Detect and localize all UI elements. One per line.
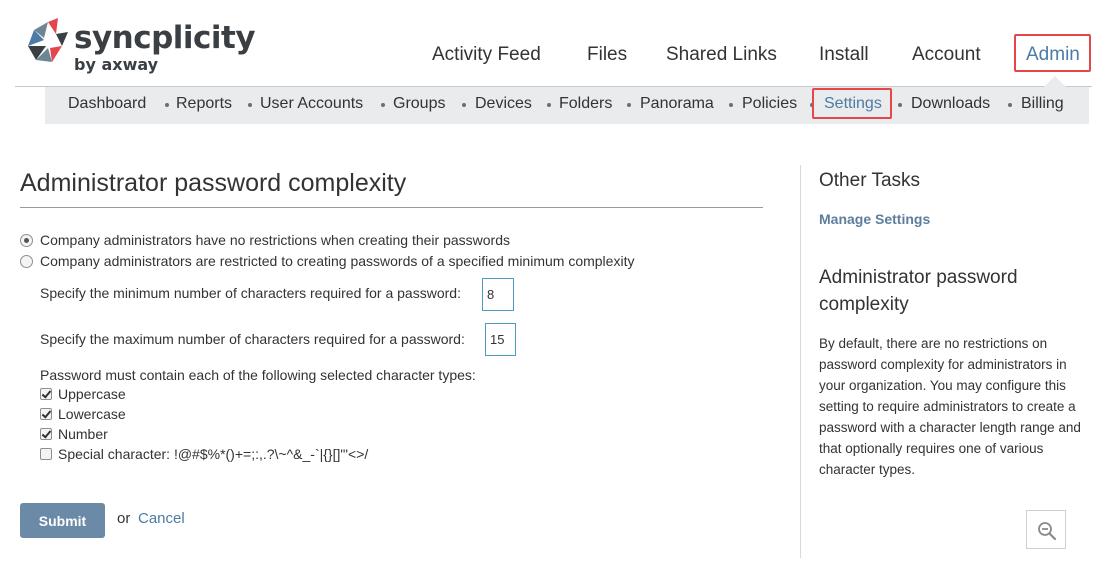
nav-shared-links[interactable]: Shared Links <box>666 38 777 72</box>
page-title: Administrator password complexity <box>20 169 407 197</box>
subnav-billing[interactable]: Billing <box>1021 93 1064 115</box>
other-tasks-heading: Other Tasks <box>819 170 921 191</box>
sidebar-divider <box>800 165 801 558</box>
separator-dot <box>627 103 631 107</box>
active-tab-pointer <box>1044 76 1066 87</box>
nav-files[interactable]: Files <box>587 38 627 72</box>
subnav-reports[interactable]: Reports <box>176 93 232 115</box>
subnav-folders[interactable]: Folders <box>559 93 612 115</box>
subnav-devices[interactable]: Devices <box>475 93 532 115</box>
min-length-input[interactable] <box>482 278 514 311</box>
separator-dot <box>898 103 902 107</box>
option-restricted[interactable]: Company administrators are restricted to… <box>20 251 634 271</box>
number-checkbox[interactable] <box>40 428 52 440</box>
separator-dot <box>248 103 252 107</box>
separator-dot <box>1008 103 1012 107</box>
main-nav: Activity Feed Files Shared Links Install… <box>0 38 1107 72</box>
help-description: By default, there are no restrictions on… <box>819 336 1081 477</box>
restricted-label: Company administrators are restricted to… <box>40 253 635 269</box>
lowercase-checkbox[interactable] <box>40 408 52 420</box>
separator-dot <box>729 103 733 107</box>
help-title: Administrator password complexity <box>819 267 1018 315</box>
separator-dot <box>462 103 466 107</box>
or-text: or <box>117 510 131 527</box>
option-no-restrictions[interactable]: Company administrators have no restricti… <box>20 230 510 250</box>
separator-dot <box>381 103 385 107</box>
admin-sub-nav: Dashboard Reports User Accounts Groups D… <box>45 87 1089 124</box>
special-label: Special character: !@#$%*()+=;:,.?\~^&_-… <box>58 446 369 462</box>
no-restrictions-label: Company administrators have no restricti… <box>40 232 510 248</box>
uppercase-label: Uppercase <box>58 386 126 402</box>
subnav-dashboard[interactable]: Dashboard <box>68 93 146 115</box>
restricted-radio[interactable] <box>20 254 33 268</box>
zoom-out-button[interactable] <box>1026 510 1066 549</box>
subnav-policies[interactable]: Policies <box>742 93 797 115</box>
number-label: Number <box>58 426 108 442</box>
type-special[interactable]: Special character: !@#$%*()+=;:,.?\~^&_-… <box>40 445 368 463</box>
subnav-downloads[interactable]: Downloads <box>911 93 990 115</box>
character-types-label: Password must contain each of the follow… <box>40 367 476 383</box>
type-uppercase[interactable]: Uppercase <box>40 385 126 403</box>
cancel-link[interactable]: Cancel <box>138 510 185 527</box>
nav-activity-feed[interactable]: Activity Feed <box>432 38 541 72</box>
subnav-settings[interactable]: Settings <box>824 93 882 115</box>
uppercase-checkbox[interactable] <box>40 388 52 400</box>
title-divider <box>20 207 763 208</box>
manage-settings-link[interactable]: Manage Settings <box>819 211 930 227</box>
nav-admin[interactable]: Admin <box>1026 38 1080 72</box>
nav-account[interactable]: Account <box>912 38 981 72</box>
subnav-panorama[interactable]: Panorama <box>640 93 714 115</box>
separator-dot <box>547 103 551 107</box>
type-lowercase[interactable]: Lowercase <box>40 405 126 423</box>
min-length-label: Specify the minimum number of characters… <box>40 285 461 301</box>
subnav-groups[interactable]: Groups <box>393 93 445 115</box>
zoom-out-icon <box>1038 522 1057 541</box>
separator-dot <box>810 103 814 107</box>
max-length-input[interactable] <box>485 323 516 356</box>
nav-install[interactable]: Install <box>819 38 869 72</box>
subnav-user-accounts[interactable]: User Accounts <box>260 93 363 115</box>
max-length-label: Specify the maximum number of characters… <box>40 331 465 347</box>
special-checkbox[interactable] <box>40 448 52 460</box>
no-restrictions-radio[interactable] <box>20 233 33 247</box>
submit-button[interactable]: Submit <box>20 503 105 538</box>
lowercase-label: Lowercase <box>58 406 126 422</box>
separator-dot <box>165 103 169 107</box>
type-number[interactable]: Number <box>40 425 108 443</box>
